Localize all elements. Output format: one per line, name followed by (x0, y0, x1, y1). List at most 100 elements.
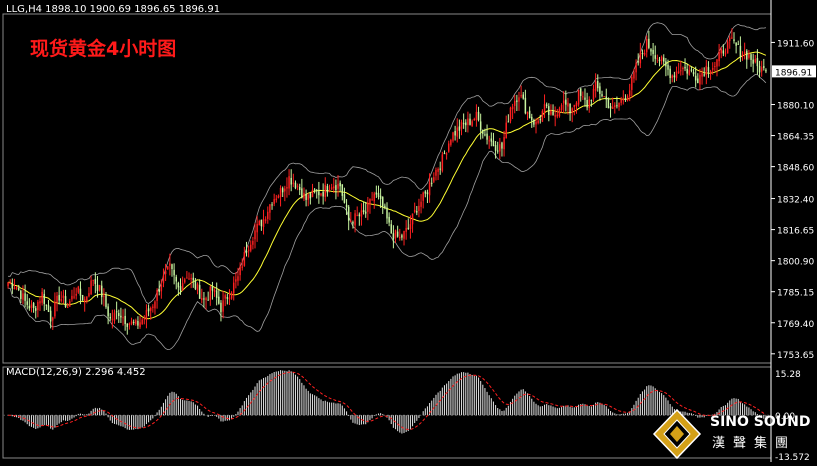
candle-body (673, 75, 676, 78)
candle (45, 304, 48, 310)
candle-body (535, 121, 537, 125)
candle-body (420, 201, 422, 207)
candle (707, 61, 710, 78)
candle (445, 152, 448, 160)
candle-body (488, 140, 490, 142)
candle (403, 230, 405, 246)
candle-body (328, 190, 331, 192)
candle (139, 315, 141, 329)
candle-body (354, 213, 356, 226)
candle-body (284, 188, 286, 192)
candle (399, 228, 401, 241)
candle (32, 301, 35, 313)
candle (267, 206, 269, 224)
candle-body (264, 219, 267, 221)
candle-body (682, 67, 684, 69)
candle-body (275, 198, 278, 201)
price-tick-label: 1753.65 (777, 351, 814, 361)
candle-body (635, 63, 637, 73)
candle (75, 287, 77, 300)
candle-body (313, 189, 316, 191)
candle (356, 206, 358, 217)
candle-body (86, 296, 88, 302)
candle-body (637, 61, 639, 63)
candle (145, 304, 148, 329)
candle-body (64, 296, 67, 308)
candle (692, 68, 695, 77)
candle (609, 102, 612, 118)
candle-body (164, 271, 167, 275)
candle-body (571, 108, 573, 113)
candle-body (437, 169, 439, 172)
candle (213, 288, 216, 297)
candle-body (247, 249, 250, 252)
candle-body (643, 52, 646, 55)
candle-body (667, 64, 669, 70)
candle-body (215, 290, 218, 298)
candle (132, 319, 135, 326)
candle (137, 316, 139, 329)
candle (714, 61, 716, 72)
candle-body (513, 101, 516, 106)
candle-body (103, 295, 105, 297)
candle-body (575, 102, 578, 107)
candle-body (141, 319, 143, 324)
candle-body (245, 251, 248, 253)
candle (184, 277, 186, 284)
candle-body (305, 194, 307, 200)
candle-body (367, 202, 369, 212)
candle (130, 317, 133, 326)
candle-body (692, 72, 695, 75)
candle (654, 45, 656, 66)
price-tick-label: 1785.15 (777, 289, 814, 299)
candle-body (469, 118, 471, 125)
candle-body (577, 89, 580, 105)
candle-body (430, 182, 433, 184)
candle-body (718, 51, 720, 62)
candle (622, 90, 625, 105)
candle-body (124, 315, 126, 324)
candle (405, 220, 407, 240)
candle (394, 229, 397, 243)
candle-body (188, 278, 190, 280)
candle-body (198, 285, 201, 299)
candle (490, 132, 493, 147)
candle (607, 97, 610, 109)
candle (639, 42, 642, 69)
candle (682, 66, 684, 76)
candle-body (428, 182, 431, 196)
candle-body (201, 298, 203, 300)
candle-body (475, 111, 478, 121)
candle (103, 288, 105, 307)
candle-body (439, 168, 441, 170)
candle-body (569, 103, 571, 114)
candle-body (326, 186, 329, 193)
candle-body (573, 104, 576, 108)
candle-body (541, 111, 544, 122)
candle (375, 185, 378, 198)
candle (618, 102, 620, 111)
candle-body (205, 298, 207, 300)
candle (750, 53, 752, 67)
candle (737, 40, 740, 45)
candle-body (709, 71, 712, 74)
candle (98, 284, 101, 292)
candle-body (79, 288, 82, 296)
candle-body (409, 224, 412, 229)
candle (456, 118, 458, 143)
candle-body (533, 119, 535, 125)
candle (222, 290, 224, 319)
candle-body (135, 320, 137, 325)
candle-body (364, 211, 367, 214)
candle (575, 101, 578, 114)
candle-body (58, 295, 60, 301)
candle (590, 99, 593, 107)
candle-body (241, 266, 243, 268)
candle (324, 177, 327, 202)
candle (83, 296, 86, 312)
candle (469, 113, 471, 126)
candle (166, 266, 169, 271)
candle-body (88, 293, 90, 297)
candle (141, 318, 143, 325)
candle (156, 288, 158, 309)
